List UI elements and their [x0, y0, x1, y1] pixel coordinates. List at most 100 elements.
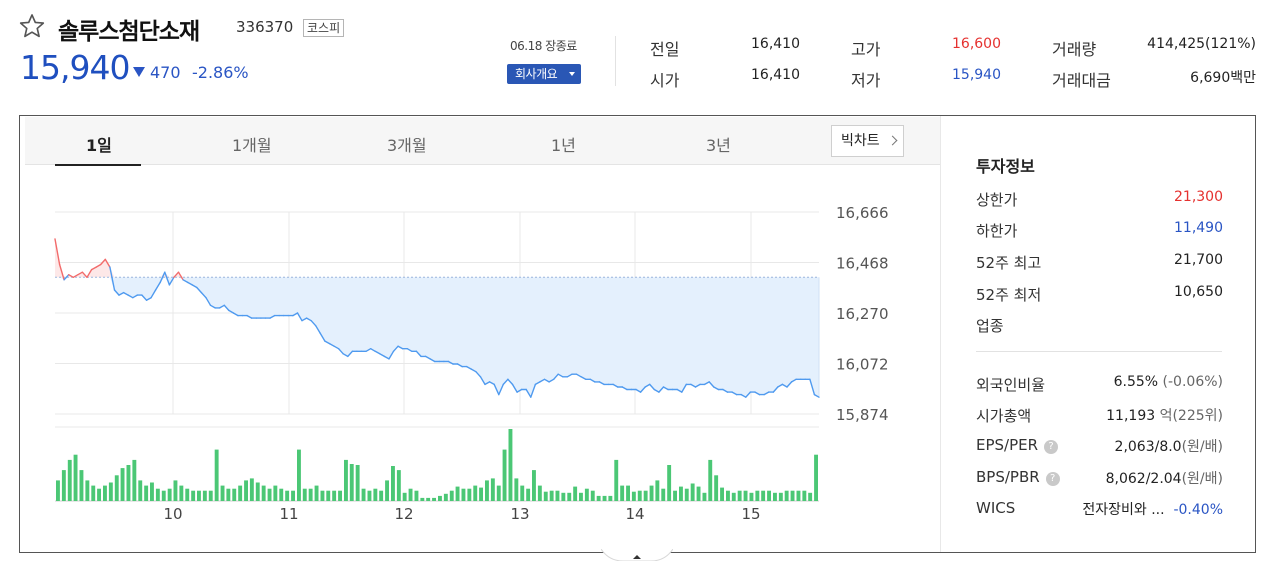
volume-bar — [120, 468, 125, 501]
volume-bar — [361, 488, 366, 501]
volume-bar — [620, 485, 625, 501]
volume-bar — [455, 486, 460, 501]
volume-bar — [814, 454, 818, 501]
volume-bar — [185, 488, 190, 501]
volume-bar — [344, 459, 348, 501]
volume-bar — [526, 488, 531, 501]
volume-bar — [767, 490, 771, 501]
foreign-ratio-value: 6.55% (-0.06%) — [1114, 374, 1223, 390]
volume-bar — [667, 465, 672, 501]
volume-bar — [167, 488, 172, 501]
lower-limit-value: 11,490 — [1174, 220, 1223, 236]
volume-bar — [73, 454, 78, 501]
help-icon[interactable]: ? — [1045, 472, 1060, 486]
volume-bar — [61, 470, 66, 501]
volume-bar — [132, 459, 137, 501]
volume-bar — [608, 495, 613, 501]
volume-bar — [238, 485, 243, 501]
price-tick-label: 16,666 — [836, 204, 889, 222]
volume-bar — [273, 485, 278, 501]
volume-bar — [626, 485, 630, 501]
volume-bar — [737, 490, 742, 501]
volume-bar — [385, 480, 389, 501]
volume-bar — [391, 466, 395, 501]
wics-sector[interactable]: 전자장비와 ... — [1082, 502, 1164, 518]
volume-bar — [291, 490, 295, 501]
below-reference-area — [55, 277, 819, 398]
volume-bar — [97, 488, 101, 501]
volume-bar — [749, 492, 754, 501]
above-reference-area — [55, 239, 819, 278]
bps-pbr-text: BPS/PBR — [976, 468, 1040, 486]
volume-bar — [349, 464, 354, 501]
volume-bar — [249, 478, 254, 501]
market-cap-value: 11,193 억(225위) — [1106, 405, 1223, 425]
volume-bar — [126, 465, 131, 501]
high52-label: 52주 최고 — [976, 254, 1042, 272]
volume-bar — [314, 485, 319, 501]
volume-bar — [637, 490, 642, 501]
volume-bar — [808, 492, 813, 501]
volume-bar — [426, 497, 431, 501]
volume-bar — [743, 490, 748, 501]
volume-bar — [573, 486, 578, 501]
sector-label: 업종 — [976, 317, 1004, 335]
volume-bar — [443, 493, 448, 501]
volume-bar — [543, 491, 548, 501]
volume-bar — [761, 490, 766, 501]
volume-bar — [802, 490, 807, 501]
info-separator — [976, 351, 1222, 352]
volume-bar — [202, 490, 207, 501]
volume-bar — [679, 486, 683, 501]
help-icon[interactable]: ? — [1044, 440, 1059, 454]
volume-bar — [467, 488, 472, 501]
volume-bar — [226, 488, 231, 501]
investment-info-title: 투자정보 — [976, 157, 1035, 176]
wics-label: WICS — [976, 499, 1016, 517]
volume-bar — [714, 475, 719, 501]
eps-per-label: EPS/PER? — [976, 436, 1059, 454]
market-cap-number: 11,193 — [1106, 408, 1156, 424]
volume-bar — [643, 490, 648, 501]
bps-pbr-value: 8,062/2.04(원/배) — [1106, 468, 1223, 488]
volume-bar — [726, 490, 730, 501]
volume-bar — [649, 485, 654, 501]
upper-limit-label: 상한가 — [976, 191, 1018, 209]
volume-bar — [56, 480, 60, 501]
wics-value: 전자장비와 ... -0.40% — [1082, 499, 1223, 519]
volume-bar — [114, 475, 119, 501]
volume-bar — [720, 487, 724, 501]
volume-bar — [479, 487, 483, 501]
volume-bar — [150, 482, 154, 501]
volume-bar — [297, 449, 301, 501]
volume-bar — [549, 490, 554, 501]
volume-bar — [502, 449, 507, 501]
time-tick-label: 15 — [741, 505, 760, 523]
volume-bar — [161, 490, 166, 501]
volume-bar — [267, 488, 272, 501]
eps-per-value: 2,063/8.0(원/배) — [1115, 436, 1223, 456]
bps-pbr-number: 8,062/2.04 — [1105, 471, 1182, 487]
bps-pbr-label: BPS/PBR? — [976, 468, 1060, 486]
volume-bar — [485, 480, 489, 501]
volume-bar — [138, 480, 143, 501]
low52-label: 52주 최저 — [976, 286, 1042, 304]
volume-bar — [567, 492, 572, 501]
volume-bar — [684, 488, 689, 501]
time-tick-label: 13 — [510, 505, 529, 523]
volume-bar — [279, 488, 284, 501]
time-tick-label: 11 — [279, 505, 298, 523]
volume-bar — [308, 488, 313, 501]
volume-bar — [673, 490, 677, 501]
volume-bar — [784, 490, 789, 501]
price-tick-label: 16,270 — [836, 305, 889, 323]
volume-bar — [514, 478, 519, 501]
price-tick-label: 16,072 — [836, 356, 889, 374]
foreign-ratio-label: 외국인비율 — [976, 376, 1046, 394]
volume-bar — [432, 497, 436, 501]
volume-bar — [244, 480, 248, 501]
volume-bar — [232, 488, 237, 501]
eps-per-text: EPS/PER — [976, 436, 1039, 454]
upper-limit-value: 21,300 — [1174, 189, 1223, 205]
collapse-tab-icon[interactable] — [601, 549, 673, 561]
